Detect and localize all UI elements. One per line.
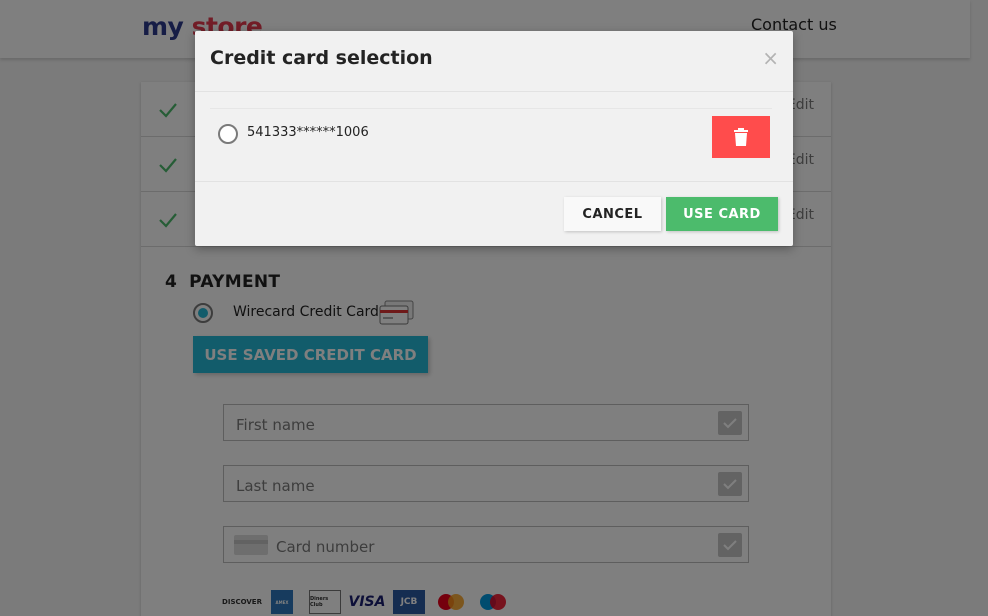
trash-icon [734, 128, 748, 146]
use-card-button[interactable]: USE CARD [666, 197, 778, 231]
modal-title: Credit card selection [210, 47, 433, 69]
close-icon[interactable]: × [762, 46, 779, 70]
divider [210, 108, 772, 109]
delete-card-button[interactable] [712, 116, 770, 158]
divider [195, 91, 793, 92]
credit-card-selection-modal: Credit card selection × 541333******1006… [195, 31, 793, 246]
saved-card-number: 541333******1006 [247, 125, 369, 140]
cancel-button[interactable]: CANCEL [564, 197, 661, 231]
divider [195, 181, 793, 182]
saved-card-radio[interactable] [218, 124, 238, 144]
